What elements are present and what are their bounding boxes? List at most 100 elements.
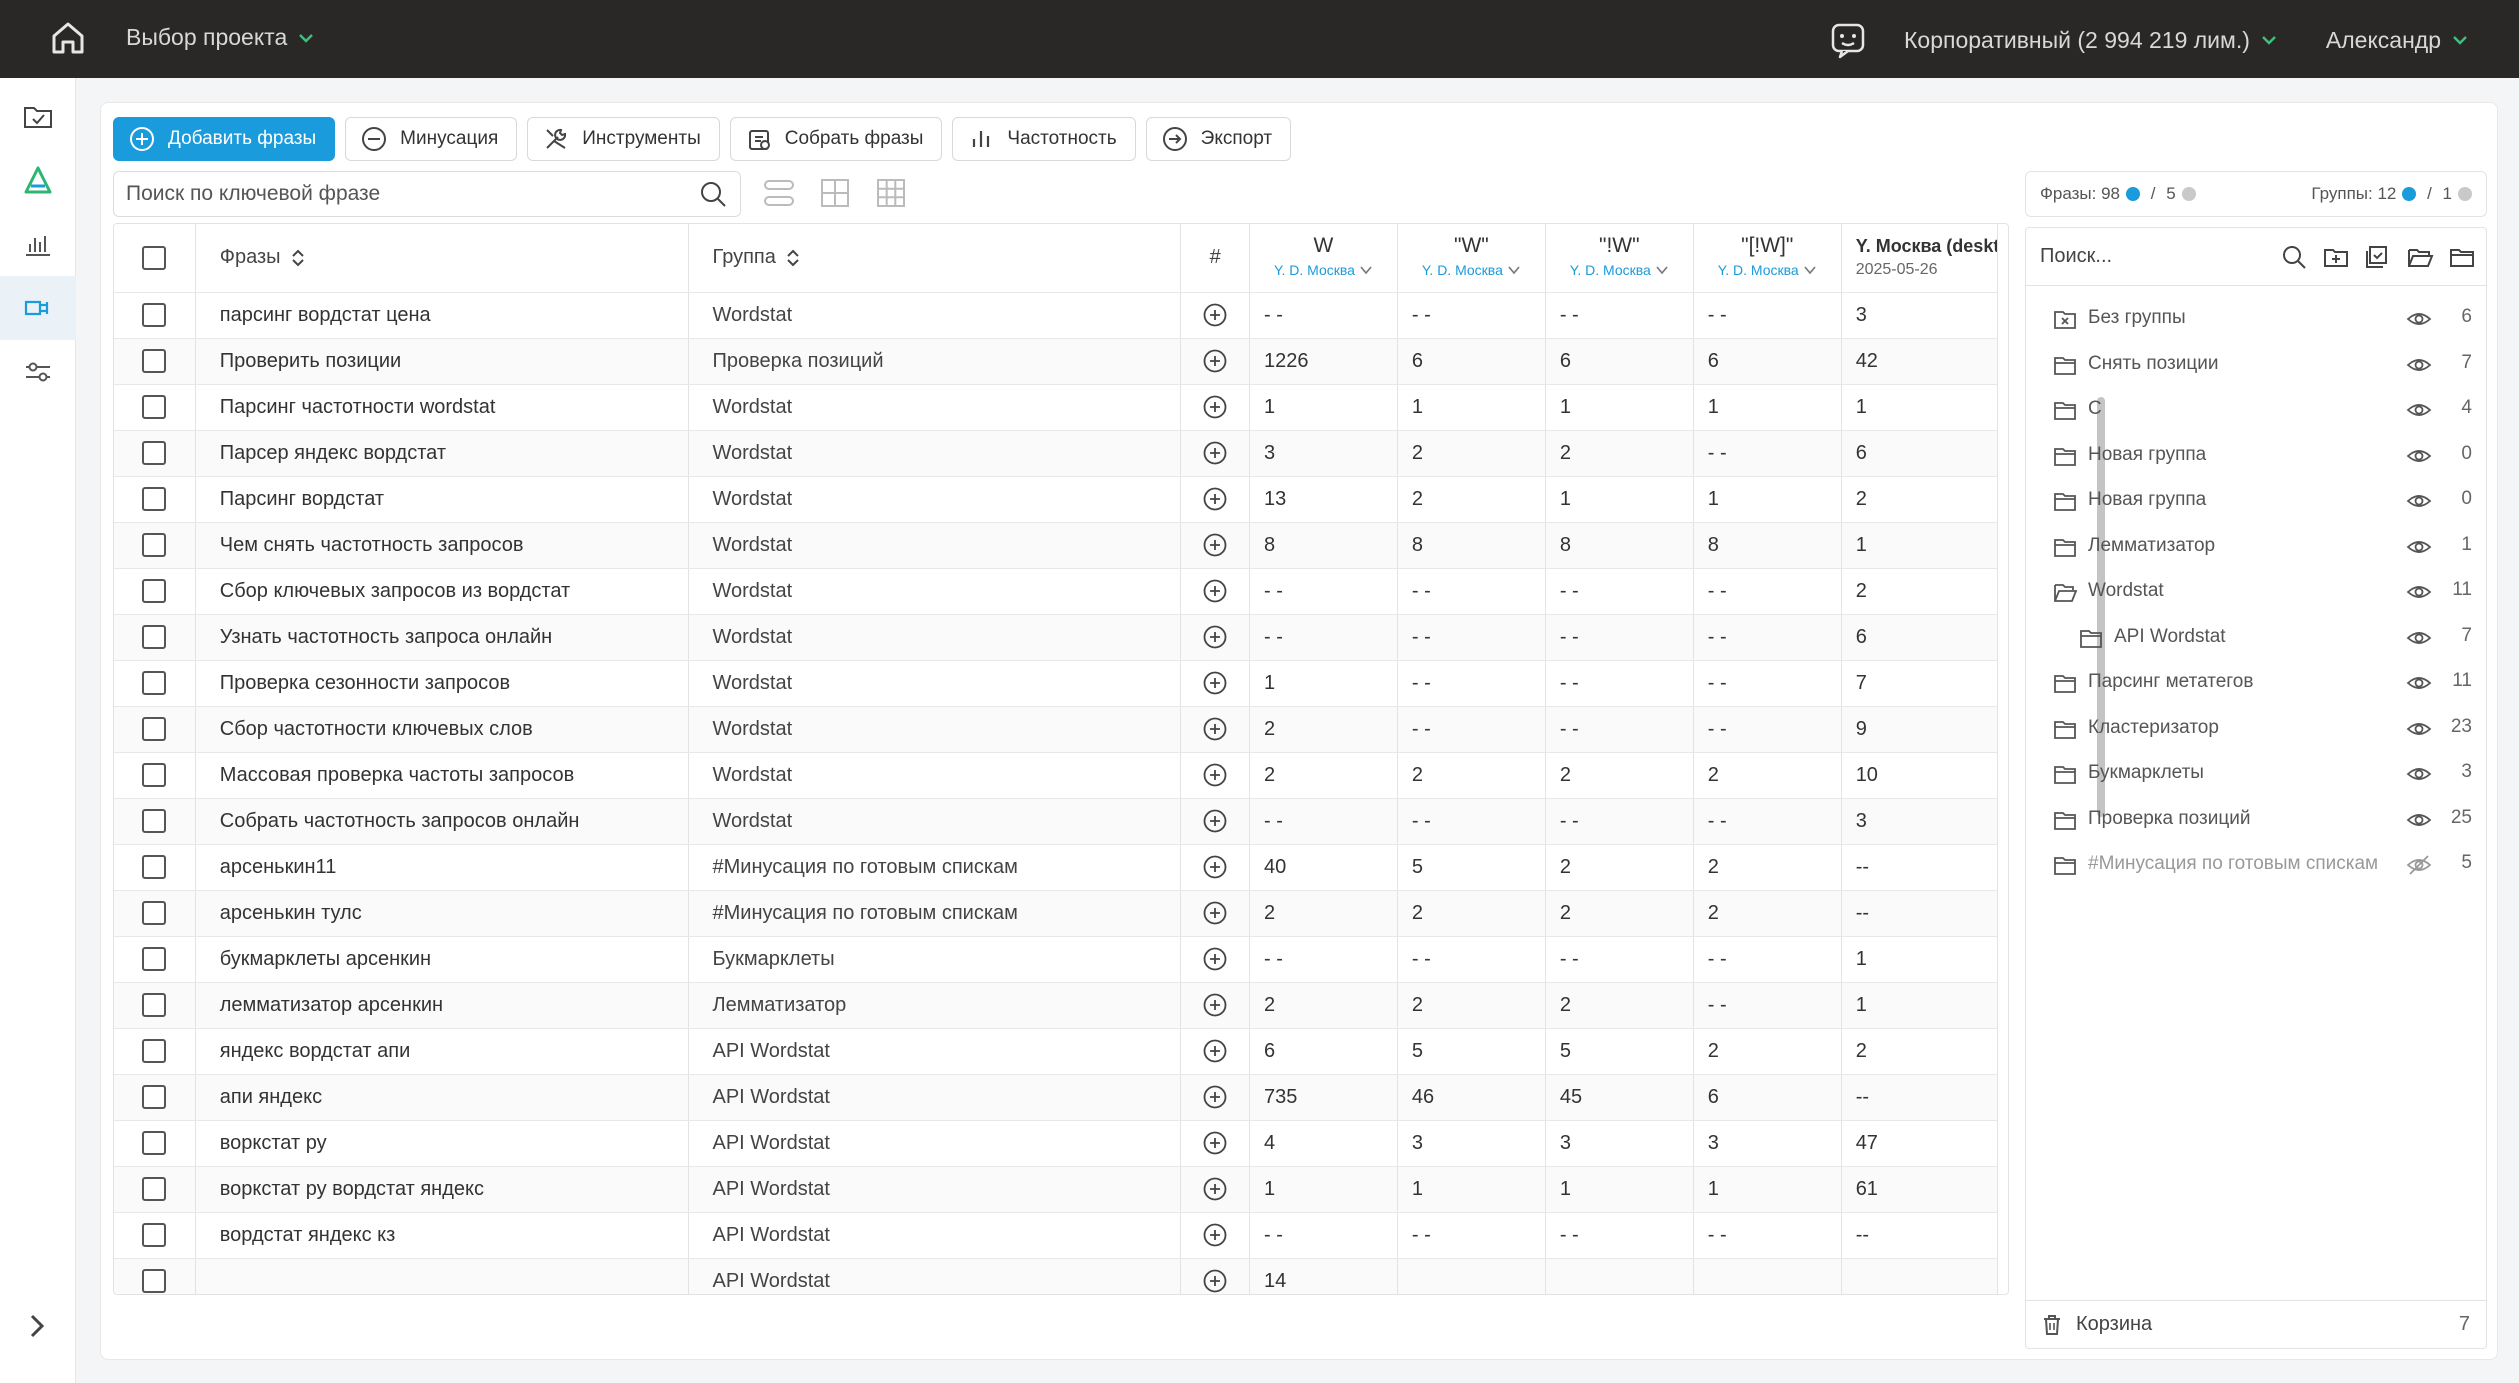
row-checkbox[interactable] (142, 717, 167, 741)
tariff-selector[interactable]: Корпоративный (2 994 219 лим.) (1904, 27, 2278, 54)
row-checkbox[interactable] (142, 533, 167, 557)
col-phrases[interactable]: Фразы (195, 224, 689, 293)
search-icon[interactable] (698, 179, 728, 209)
row-checkbox[interactable] (142, 1269, 167, 1293)
col-position[interactable]: Y. Москва (desktop) 2025-05-26 (1841, 224, 1999, 293)
group-item[interactable]: Снять позиции 7 (2026, 342, 2486, 388)
user-menu[interactable]: Александр (2326, 27, 2469, 54)
group-cell[interactable]: Проверка позиций (688, 338, 1182, 385)
region-selector[interactable]: Y. D. Москва (1422, 262, 1521, 278)
row-checkbox[interactable] (142, 901, 167, 925)
group-item[interactable]: Лемматизатор 1 (2026, 524, 2486, 570)
row-checkbox[interactable] (142, 993, 167, 1017)
select-all-checkbox[interactable] (142, 245, 167, 270)
row-checkbox[interactable] (142, 441, 167, 465)
table-row[interactable]: API Wordstat 14 (114, 1258, 1999, 1294)
group-cell[interactable]: Wordstat (688, 706, 1182, 753)
group-cell[interactable]: Wordstat (688, 660, 1182, 707)
phrase-cell[interactable]: воркстат ру (195, 1120, 689, 1167)
rail-logo[interactable] (0, 148, 76, 212)
table-row[interactable]: Парсер яндекс вордстат Wordstat 3 2 2- -6 (114, 430, 1999, 477)
phrase-cell[interactable] (195, 1258, 689, 1294)
view-grid-icon[interactable] (817, 175, 853, 211)
phrase-cell[interactable]: Проверка сезонности запросов (195, 660, 689, 707)
table-row[interactable]: Проверить позиции Проверка позиций 1226 6 6 6… (114, 338, 1999, 385)
eye-icon[interactable] (2406, 352, 2432, 378)
support-chat-icon[interactable] (1828, 20, 1868, 60)
plus-circle-icon[interactable] (1202, 1038, 1228, 1064)
group-item[interactable]: Букмарклеты 3 (2026, 751, 2486, 797)
frequency-button[interactable]: Частотность (952, 117, 1136, 161)
project-selector[interactable]: Выбор проекта (126, 24, 315, 51)
eye-icon[interactable] (2406, 807, 2432, 833)
group-cell[interactable]: Лемматизатор (688, 982, 1182, 1029)
group-cell[interactable]: Wordstat (688, 522, 1182, 569)
phrase-cell[interactable]: Проверить позиции (195, 338, 689, 385)
plus-circle-icon[interactable] (1202, 1268, 1228, 1294)
minus-button[interactable]: Минусация (345, 117, 518, 161)
phrase-cell[interactable]: апи яндекс (195, 1074, 689, 1121)
phrase-cell[interactable]: Парсинг частотности wordstat (195, 384, 689, 431)
group-item[interactable]: Кластеризатор 23 (2026, 706, 2486, 752)
eye-icon[interactable] (2406, 306, 2432, 332)
plus-circle-icon[interactable] (1202, 992, 1228, 1018)
group-cell[interactable]: Wordstat (688, 430, 1182, 477)
plus-circle-icon[interactable] (1202, 394, 1228, 420)
phrase-cell[interactable]: Сбор частотности ключевых слов (195, 706, 689, 753)
group-item[interactable]: С4 (2026, 387, 2486, 433)
row-checkbox[interactable] (142, 1131, 167, 1155)
group-cell[interactable]: Wordstat (688, 614, 1182, 661)
group-cell[interactable]: API Wordstat (688, 1166, 1182, 1213)
col-freq-exact[interactable]: "!W" Y. D. Москва (1545, 224, 1694, 293)
group-cell[interactable]: API Wordstat (688, 1120, 1182, 1167)
plus-circle-icon[interactable] (1202, 578, 1228, 604)
folder-open-icon[interactable] (2406, 243, 2434, 271)
phrase-cell[interactable]: Чем снять частотность запросов (195, 522, 689, 569)
phrase-cell[interactable]: Сбор ключевых запросов из вордстат (195, 568, 689, 615)
col-freq-w[interactable]: W Y. D. Москва (1249, 224, 1398, 293)
group-cell[interactable]: API Wordstat (688, 1028, 1182, 1075)
plus-circle-icon[interactable] (1202, 808, 1228, 834)
table-row[interactable]: парсинг вордстат цена Wordstat - -- -- -- … (114, 292, 1999, 339)
table-row[interactable]: Парсинг частотности wordstat Wordstat 1 1 1 1… (114, 384, 1999, 431)
table-row[interactable]: Сбор частотности ключевых слов Wordstat 2-… (114, 706, 1999, 753)
group-cell[interactable]: Wordstat (688, 568, 1182, 615)
row-checkbox[interactable] (142, 303, 167, 327)
col-freq-order[interactable]: "[!W]" Y. D. Москва (1693, 224, 1842, 293)
collect-phrases-button[interactable]: Собрать фразы (729, 117, 943, 161)
table-row[interactable]: букмарклеты арсенкин Букмарклеты - -- -- -… (114, 936, 1999, 983)
plus-circle-icon[interactable] (1202, 946, 1228, 972)
rail-projects[interactable] (0, 84, 76, 148)
rail-stats[interactable] (0, 212, 76, 276)
phrase-cell[interactable]: парсинг вордстат цена (195, 292, 689, 339)
plus-circle-icon[interactable] (1202, 1222, 1228, 1248)
table-row[interactable]: Собрать частотность запросов онлайн Words… (114, 798, 1999, 845)
plus-circle-icon[interactable] (1202, 302, 1228, 328)
phrase-cell[interactable]: арсенькин тулс (195, 890, 689, 937)
plus-circle-icon[interactable] (1202, 1084, 1228, 1110)
region-selector[interactable]: Y. D. Москва (1570, 262, 1669, 278)
row-checkbox[interactable] (142, 625, 167, 649)
export-button[interactable]: Экспорт (1145, 117, 1292, 161)
folder-check-icon[interactable] (2364, 243, 2392, 271)
eye-off-icon[interactable] (2406, 852, 2432, 878)
folder-plus-icon[interactable] (2322, 243, 2350, 271)
group-cell[interactable]: Wordstat (688, 384, 1182, 431)
row-checkbox[interactable] (142, 855, 167, 879)
group-cell[interactable]: #Минусация по готовым спискам (688, 844, 1182, 891)
table-row[interactable]: воркстат ру вордстат яндекс API Wordstat 1… (114, 1166, 1999, 1213)
eye-icon[interactable] (2406, 761, 2432, 787)
row-checkbox[interactable] (142, 1085, 167, 1109)
row-checkbox[interactable] (142, 763, 167, 787)
phrase-cell[interactable]: яндекс вордстат апи (195, 1028, 689, 1075)
table-row[interactable]: лемматизатор арсенкин Лемматизатор 2 2 2- -1 (114, 982, 1999, 1029)
plus-circle-icon[interactable] (1202, 348, 1228, 374)
col-freq-quoted[interactable]: "W" Y. D. Москва (1397, 224, 1546, 293)
group-item[interactable]: Wordstat 11 (2026, 569, 2486, 615)
group-item[interactable]: Без группы 6 (2026, 296, 2486, 342)
group-cell[interactable]: Wordstat (688, 798, 1182, 845)
plus-circle-icon[interactable] (1202, 1130, 1228, 1156)
eye-icon[interactable] (2406, 397, 2432, 423)
row-checkbox[interactable] (142, 1223, 167, 1247)
row-checkbox[interactable] (142, 1177, 167, 1201)
